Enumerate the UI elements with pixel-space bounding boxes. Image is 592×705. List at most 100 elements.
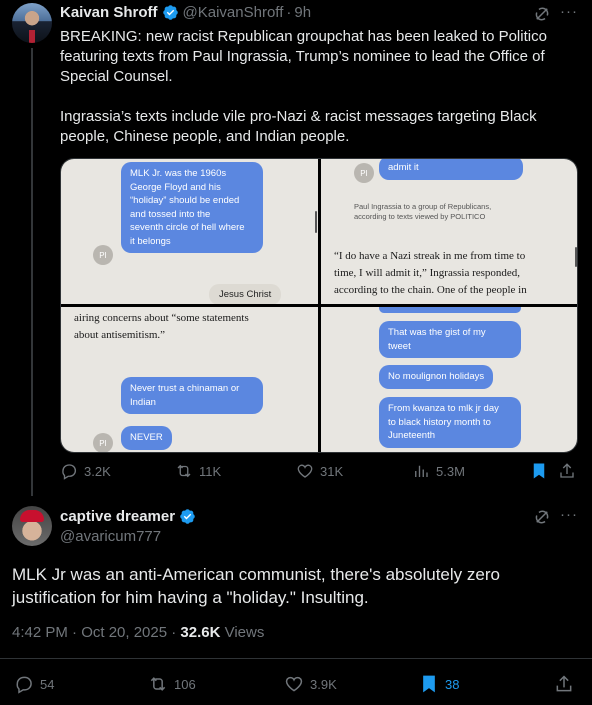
- avatar[interactable]: [12, 506, 52, 546]
- like-button[interactable]: 3.9K: [284, 674, 337, 694]
- reply-text: MLK Jr was an anti-American communist, t…: [12, 563, 582, 609]
- divider: [0, 658, 592, 659]
- bookmark-count: 38: [445, 676, 460, 692]
- message-line: NEVER: [130, 432, 163, 443]
- message-line: seventh circle of hell where: [130, 222, 245, 233]
- caption-line: Paul Ingrassia to a group of Republicans…: [354, 202, 492, 211]
- thread-connector-line: [31, 48, 33, 496]
- message-bubble: From kwanza to mlk jr day to black histo…: [379, 397, 521, 448]
- reply-count: 3.2K: [84, 463, 111, 479]
- tweet-text-line: featuring texts from Paul Ingrassia, Tru…: [60, 48, 545, 65]
- photo-caption: Paul Ingrassia to a group of Republicans…: [354, 202, 491, 222]
- repost-icon: [150, 677, 166, 691]
- verified-badge-icon: [162, 5, 178, 20]
- reply-text-line: MLK Jr was an anti-American communist, t…: [12, 565, 500, 584]
- tweet-text: BREAKING: new racist Republican groupcha…: [60, 27, 580, 147]
- heart-icon: [297, 464, 313, 478]
- timestamp[interactable]: 4:42 PM · Oct 20, 2025 ·: [12, 624, 180, 641]
- message-bubble: Never trust a chinaman or Indian: [121, 377, 263, 414]
- reply-button[interactable]: 3.2K: [60, 462, 111, 480]
- message-line: MLK Jr. was the 1960s: [130, 168, 227, 179]
- sender-avatar: PI: [93, 433, 113, 452]
- share-icon[interactable]: [554, 674, 574, 694]
- views-label: Views: [220, 624, 265, 641]
- message-bubble: NEVER: [121, 426, 172, 450]
- tweet-header: Kaivan Shroff @KaivanShroff · 9h: [60, 4, 311, 21]
- tweet-text-line: Ingrassia’s texts include vile pro-Nazi …: [60, 108, 537, 125]
- author-name[interactable]: Kaivan Shroff: [60, 4, 158, 21]
- quote-line: “I do have a Nazi streak in me from time…: [334, 250, 526, 262]
- repost-button[interactable]: 11K: [175, 462, 221, 480]
- repost-button[interactable]: 106: [148, 674, 196, 694]
- tweet-text-line: Special Counsel.: [60, 68, 173, 85]
- message-line: tweet: [388, 340, 411, 352]
- message-bubble: MLK Jr. was the 1960s George Floyd and h…: [121, 162, 263, 253]
- reply-text-line: justification for him having a "holiday.…: [12, 588, 369, 607]
- reply-header: captive dreamer: [60, 508, 200, 525]
- message-line: No moulignon holidays: [388, 371, 485, 382]
- author-handle[interactable]: @avaricum777: [60, 528, 161, 545]
- separator-dot: ·: [286, 4, 292, 21]
- tweet-time[interactable]: 9h: [294, 4, 311, 21]
- reply-count: 54: [40, 676, 55, 692]
- repost-icon: [177, 464, 191, 478]
- heart-icon: [285, 676, 303, 692]
- post-meta: 4:42 PM · Oct 20, 2025 · 32.6K Views: [12, 624, 264, 641]
- grok-icon[interactable]: [533, 508, 551, 526]
- avatar[interactable]: [12, 3, 52, 43]
- message-line: admit it: [388, 162, 419, 173]
- media-image-3[interactable]: airing concerns about “some statements a…: [61, 307, 318, 452]
- message-line: to black history month to: [388, 416, 491, 428]
- verified-badge-icon: [180, 509, 195, 524]
- reply-icon: [16, 676, 32, 694]
- more-options-icon[interactable]: ···: [560, 506, 578, 523]
- article-quote: “I do have a Nazi streak in me from time…: [334, 248, 574, 299]
- reply-icon: [62, 464, 76, 480]
- views-count: 32.6K: [180, 624, 221, 641]
- message-line: George Floyd and his: [130, 181, 221, 193]
- article-quote: airing concerns about “some statements a…: [74, 310, 312, 344]
- message-bubble: That was the gist of my tweet: [379, 321, 521, 358]
- media-image-1[interactable]: MLK Jr. was the 1960s George Floyd and h…: [61, 159, 318, 304]
- tweet-actions: 3.2K 11K 31K 5.3M: [60, 462, 580, 482]
- message-line: From kwanza to mlk jr day: [388, 403, 499, 414]
- sender-avatar: PI: [93, 245, 113, 265]
- message-bubble-partial: [379, 307, 521, 313]
- quote-line: about antisemitism.”: [74, 329, 166, 341]
- repost-count: 11K: [199, 463, 222, 479]
- like-count: 31K: [320, 463, 344, 479]
- tweet-text-line: BREAKING: new racist Republican groupcha…: [60, 28, 547, 45]
- sender-avatar: PI: [354, 163, 374, 183]
- media-image-4[interactable]: That was the gist of my tweet No moulign…: [321, 307, 577, 452]
- tweet-text-line: people, Chinese people, and Indian peopl…: [60, 128, 350, 145]
- more-options-icon[interactable]: ···: [560, 3, 578, 20]
- media-grid[interactable]: MLK Jr. was the 1960s George Floyd and h…: [60, 158, 578, 453]
- message-line: Juneteenth: [388, 430, 436, 441]
- message-line: and tossed into the: [130, 208, 211, 220]
- bookmark-filled-icon[interactable]: [530, 462, 548, 480]
- message-line: That was the gist of my: [388, 327, 486, 338]
- like-button[interactable]: 31K: [296, 462, 343, 480]
- scrollbar: [575, 247, 577, 267]
- author-name[interactable]: captive dreamer: [60, 508, 175, 525]
- bookmark-button[interactable]: 38: [419, 674, 459, 694]
- reply-bubble: Jesus Christ: [209, 284, 282, 304]
- media-image-2[interactable]: admit it PI Paul Ingrassia to a group of…: [321, 159, 577, 304]
- message-line: “holiday” should be ended: [130, 195, 240, 206]
- message-line: Never trust a chinaman or: [130, 383, 240, 394]
- views-button[interactable]: 5.3M: [412, 462, 465, 480]
- caption-line: according to texts viewed by POLITICO: [354, 212, 486, 221]
- author-handle[interactable]: @KaivanShroff: [183, 4, 284, 21]
- message-line: it belongs: [130, 235, 171, 247]
- grok-icon[interactable]: [533, 5, 551, 23]
- like-count: 3.9K: [310, 676, 337, 692]
- quote-line: airing concerns about “some statements: [74, 312, 249, 324]
- reply-button[interactable]: 54: [14, 674, 54, 694]
- message-line: Indian: [130, 396, 156, 408]
- view-count: 5.3M: [436, 463, 465, 479]
- quote-line: according to the chain. One of the peopl…: [334, 284, 527, 296]
- share-icon[interactable]: [558, 462, 576, 480]
- analytics-icon: [415, 465, 428, 477]
- scrollbar: [315, 211, 317, 233]
- repost-count: 106: [174, 676, 196, 692]
